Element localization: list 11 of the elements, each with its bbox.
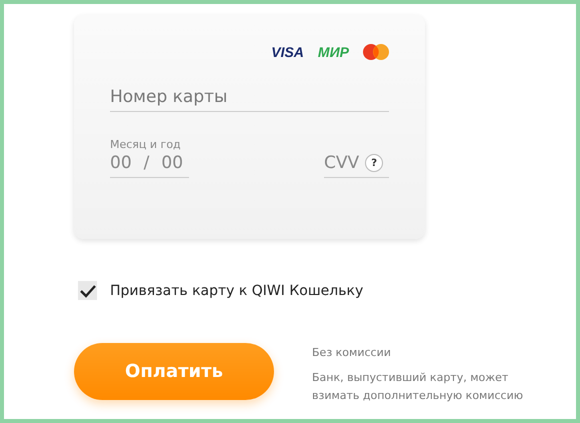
cvv-field[interactable]: CVV ? bbox=[324, 153, 389, 178]
checkbox-label: Привязать карту к QIWI Кошельку bbox=[110, 282, 364, 298]
mir-logo: МИР bbox=[318, 44, 349, 60]
fee-note: Банк, выпустивший карту, может взимать дополнительную комиссию bbox=[312, 370, 524, 404]
visa-logo: VISA bbox=[271, 44, 304, 60]
checkbox[interactable] bbox=[78, 281, 97, 300]
card-number-field[interactable]: Номер карты bbox=[110, 87, 389, 112]
expiry-label: Месяц и год bbox=[110, 138, 182, 151]
overlapping-circles-icon bbox=[363, 44, 389, 60]
help-button[interactable]: ? bbox=[365, 154, 384, 172]
fee-title: Без комиссии bbox=[312, 346, 392, 359]
